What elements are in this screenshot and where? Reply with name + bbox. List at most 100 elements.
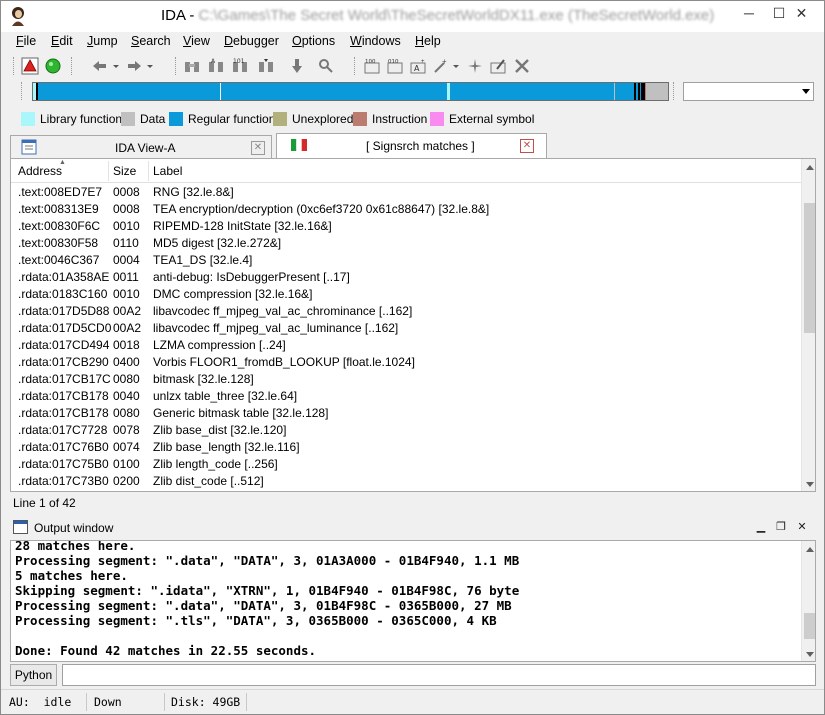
table-row[interactable]: .rdata:017C73B0 0200 Zlib dist_code [..512… [11,473,801,490]
output-restore-button[interactable]: ❐ [774,520,788,535]
search-text-icon[interactable]: A [207,57,225,75]
menu-file[interactable]: File [16,34,36,48]
table-row[interactable]: .text:0046C367 0004 TEA1_DS [32.le.4] [11,252,801,269]
search-next-icon[interactable] [257,57,275,75]
table-row[interactable]: .rdata:017CB178 0080 Generic bitmask table… [11,405,801,422]
nav-segment-data [646,83,668,100]
make-data-icon[interactable]: 010 [386,57,404,75]
forward-arrow-icon[interactable] [125,57,143,75]
menu-windows[interactable]: Windows [350,34,401,48]
legend-instruction: Instruction [353,112,427,126]
toolbar-grip[interactable] [13,57,16,75]
menu-jump[interactable]: Jump [87,34,118,48]
menu-debugger[interactable]: Debugger [224,34,279,48]
ida-app-icon[interactable] [9,6,27,26]
output-line: Skipping segment: ".idata", "XTRN", 1, 0… [15,583,520,598]
svg-text:A: A [414,64,420,73]
toolbar-grip[interactable] [354,57,357,75]
table-row[interactable]: .rdata:017C7728 0078 Zlib base_dist [32.le… [11,422,801,439]
add-item-icon[interactable]: + [432,57,450,75]
row-address: .rdata:017C76B0 [18,440,109,454]
table-row[interactable]: .rdata:017CB290 0400 Vorbis FLOOR1_fromdB_… [11,354,801,371]
binoculars-search-icon[interactable] [183,57,201,75]
debugger-stop-icon[interactable] [21,57,39,75]
edit-function-icon[interactable] [489,57,507,75]
table-row[interactable]: .rdata:017CB17C 0080 bitmask [32.le.128] [11,371,801,388]
table-row[interactable]: .text:00830F6C 0010 RIPEMD-128 InitState [… [11,218,801,235]
table-row[interactable]: .rdata:017C72B0 0078 zinflate_lengthBase [… [11,490,801,492]
menu-options[interactable]: Options [292,34,335,48]
table-row[interactable]: .rdata:017CB178 0040 unlzx table_three [32… [11,388,801,405]
tab-close-icon[interactable]: ✕ [520,139,534,153]
menu-edit[interactable]: Edit [51,34,73,48]
add-dropdown-icon[interactable] [451,57,461,75]
search-binary-icon[interactable]: 101 [231,57,249,75]
table-row[interactable]: .rdata:017D5D88 00A2 libavcodec ff_mjpeg_v… [11,303,801,320]
tab-signsrch-matches[interactable]: [ Signsrch matches ] ✕ [276,133,547,158]
output-close-button[interactable]: ✕ [795,520,809,535]
table-row[interactable]: .text:008313E9 0008 TEA encryption/decrypt… [11,201,801,218]
row-address: .rdata:0183C160 [18,287,108,301]
back-arrow-icon[interactable] [91,57,109,75]
table-row[interactable]: .rdata:017C75B0 0100 Zlib length_code [..2… [11,456,801,473]
nav-segment-library [447,83,450,100]
row-label: anti-debug: IsDebuggerPresent [..17] [153,270,350,284]
navigation-bar[interactable] [32,82,669,101]
status-bar: AU: idle Down Disk: 49GB [1,689,824,714]
make-string-icon[interactable]: A+ [409,57,427,75]
minimize-button[interactable]: ─ [734,1,764,25]
make-code-icon[interactable]: 100 [363,57,381,75]
tab-close-icon[interactable]: ✕ [251,141,265,155]
toolbar-grip[interactable] [71,57,74,75]
output-minimize-button[interactable]: ▁ [754,520,768,535]
row-size: 0008 [113,185,140,199]
toolbar-grip[interactable] [175,57,178,75]
row-address: .rdata:017D5CD0 [18,321,112,335]
svg-text:+: + [442,57,447,66]
search-all-icon[interactable] [317,57,335,75]
legend-library-function: Library function [21,112,122,126]
table-row[interactable]: .rdata:01A358AE 0011 anti-debug: IsDebugge… [11,269,801,286]
list-scrollbar[interactable] [801,159,815,491]
delete-icon[interactable] [513,57,531,75]
back-dropdown-icon[interactable] [111,57,121,75]
scroll-down-icon[interactable] [806,652,814,657]
scroll-thumb[interactable] [804,203,815,333]
segment-combobox[interactable] [683,82,814,101]
output-text-area[interactable]: 28 matches here. Processing segment: ".da… [10,540,816,662]
row-label: RIPEMD-128 InitState [32.le.16&] [153,219,332,233]
run-green-icon[interactable] [44,57,62,75]
navigation-band [1,81,824,103]
plugin-icon[interactable] [466,57,484,75]
nav-grip[interactable] [673,82,676,100]
jump-down-icon[interactable] [288,57,306,75]
nav-segment-dark [638,83,640,100]
table-row[interactable]: .rdata:0183C160 0010 DMC compression [32.l… [11,286,801,303]
table-row[interactable]: .text:00830F58 0110 MD5 digest [32.le.272&… [11,235,801,252]
scroll-up-icon[interactable] [806,165,814,170]
close-window-button[interactable]: ✕ [779,1,824,25]
table-row[interactable]: .rdata:017C76B0 0074 Zlib base_length [32.… [11,439,801,456]
scroll-down-icon[interactable] [806,482,814,487]
forward-dropdown-icon[interactable] [145,57,155,75]
column-label[interactable]: Label [153,164,182,178]
table-row[interactable]: .text:008ED7E7 0008 RNG [32.le.8&] [11,184,801,201]
python-language-button[interactable]: Python [10,664,57,686]
tab-ida-view-a[interactable]: IDA View-A ✕ [10,135,272,158]
column-size[interactable]: Size [113,164,136,178]
nav-grip[interactable] [21,82,24,100]
menu-search[interactable]: Search [131,34,171,48]
row-size: 0004 [113,253,140,267]
scroll-up-icon[interactable] [806,547,814,552]
column-address[interactable]: Address [18,164,62,178]
output-scrollbar[interactable] [801,541,815,661]
table-row[interactable]: .rdata:017CD494 0018 LZMA compression [..2… [11,337,801,354]
scroll-thumb[interactable] [804,613,815,639]
menu-help[interactable]: Help [415,34,441,48]
row-address: .rdata:017C72B0 [18,491,109,492]
output-window-title: Output window ▁ ❐ ✕ [10,518,816,538]
menu-view[interactable]: View [183,34,210,48]
command-input[interactable] [62,664,816,686]
legend-regular-function: Regular function [169,112,275,126]
table-row[interactable]: .rdata:017D5CD0 00A2 libavcodec ff_mjpeg_v… [11,320,801,337]
